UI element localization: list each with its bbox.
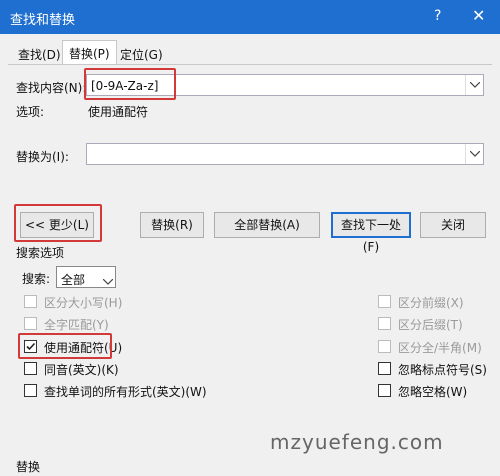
checkbox-box	[378, 362, 391, 375]
highlight-find-value	[84, 68, 176, 100]
replace-input[interactable]	[86, 143, 484, 165]
search-options-title: 搜索选项	[16, 246, 65, 260]
close-icon[interactable]: ✕	[472, 6, 485, 25]
checkbox-box	[24, 317, 37, 330]
chevron-down-icon	[102, 274, 114, 288]
checkbox-box	[24, 362, 37, 375]
tab-replace[interactable]: 替换(P)	[62, 40, 117, 65]
search-label: 搜索:	[22, 272, 51, 286]
replace-button[interactable]: 替换(R)	[140, 212, 204, 238]
find-next-button[interactable]: 查找下一处(F)	[331, 212, 411, 254]
window-title: 查找和替换	[10, 13, 76, 28]
replace-section-title: 替换	[16, 460, 41, 474]
search-direction-select[interactable]: 全部	[56, 266, 116, 288]
checkbox-box	[24, 295, 37, 308]
checkbox-box	[378, 340, 391, 353]
find-label: 查找内容(N):	[16, 81, 87, 95]
checkbox-box	[378, 384, 391, 397]
checkbox-box	[378, 295, 391, 308]
tab-find[interactable]: 查找(D)	[12, 42, 67, 64]
help-icon[interactable]: ?	[434, 8, 441, 24]
search-direction-value: 全部	[61, 273, 86, 287]
tab-goto[interactable]: 定位(G)	[114, 42, 169, 64]
options-label: 选项:	[16, 105, 45, 119]
highlight-wildcards	[18, 333, 112, 359]
replace-label: 替换为(I):	[16, 150, 69, 164]
checkbox-box	[378, 317, 391, 330]
find-dropdown-icon[interactable]	[465, 75, 483, 95]
highlight-less-button	[14, 204, 102, 242]
watermark: mzyuefeng.com	[270, 430, 444, 454]
tab-divider	[8, 64, 492, 65]
replace-all-button[interactable]: 全部替换(A)	[214, 212, 320, 238]
checkbox-box	[24, 384, 37, 397]
replace-dropdown-icon[interactable]	[465, 144, 483, 164]
title-bar: 查找和替换 ? ✕	[0, 0, 500, 34]
options-value: 使用通配符	[88, 105, 149, 119]
close-button[interactable]: 关闭	[420, 212, 486, 238]
